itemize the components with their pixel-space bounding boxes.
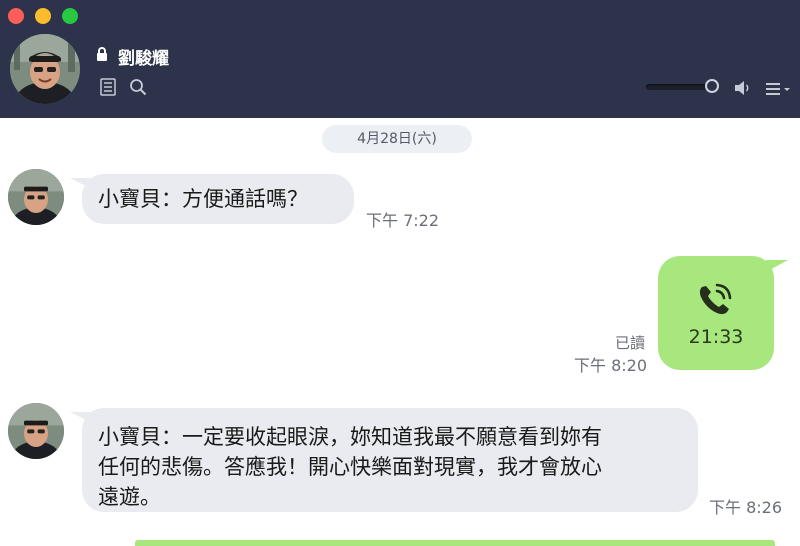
bubble-tail <box>766 260 788 272</box>
bubble-tail <box>70 178 90 188</box>
sender-avatar[interactable] <box>8 403 64 459</box>
minimize-window-button[interactable] <box>35 8 51 24</box>
search-icon[interactable] <box>129 78 147 96</box>
bubble-tail <box>70 412 90 422</box>
close-window-button[interactable] <box>8 8 24 24</box>
sender-avatar[interactable] <box>8 169 64 225</box>
contact-avatar[interactable] <box>10 34 80 104</box>
message-text-line: 任何的悲傷。答應我！開心快樂面對現實，我才會放心 <box>98 455 602 479</box>
lock-icon <box>97 47 107 61</box>
read-receipt: 已讀 <box>615 334 646 352</box>
volume-slider-track[interactable] <box>646 84 712 90</box>
zoom-window-button[interactable] <box>62 8 78 24</box>
message-text-line: 遠遊。 <box>98 485 161 509</box>
message-text-line: 小寶貝：一定要收起眼淚，妳知道我最不願意看到妳有 <box>98 425 602 449</box>
contact-name: 劉駿耀 <box>118 49 169 69</box>
message-bubble-partial[interactable] <box>135 540 775 546</box>
phone-call-icon <box>699 283 732 315</box>
message-time: 下午 7:22 <box>366 211 440 230</box>
message-time: 下午 8:20 <box>574 356 648 375</box>
message-text: 小寶貝：方便通話嗎？ <box>98 187 308 211</box>
message-bubble[interactable]: 小寶貝：一定要收起眼淚，妳知道我最不願意看到妳有 任何的悲傷。答應我！開心快樂面… <box>70 408 698 512</box>
call-duration: 21:33 <box>688 326 744 348</box>
message-time: 下午 8:26 <box>709 498 783 517</box>
volume-slider-handle[interactable] <box>705 79 719 93</box>
date-divider: 4月28日(六) <box>322 125 472 153</box>
speaker-icon[interactable] <box>734 80 752 96</box>
notes-icon[interactable] <box>100 78 116 96</box>
call-message-bubble[interactable]: 21:33 <box>658 256 788 370</box>
menu-icon[interactable] <box>765 82 791 96</box>
chat-header: 劉駿耀 <box>0 0 800 118</box>
chat-history[interactable]: 4月28日(六) 小寶貝：方便通話嗎？ 下午 7:22 已讀 下午 8:20 2… <box>0 118 800 546</box>
message-bubble[interactable]: 小寶貝：方便通話嗎？ <box>70 174 354 224</box>
